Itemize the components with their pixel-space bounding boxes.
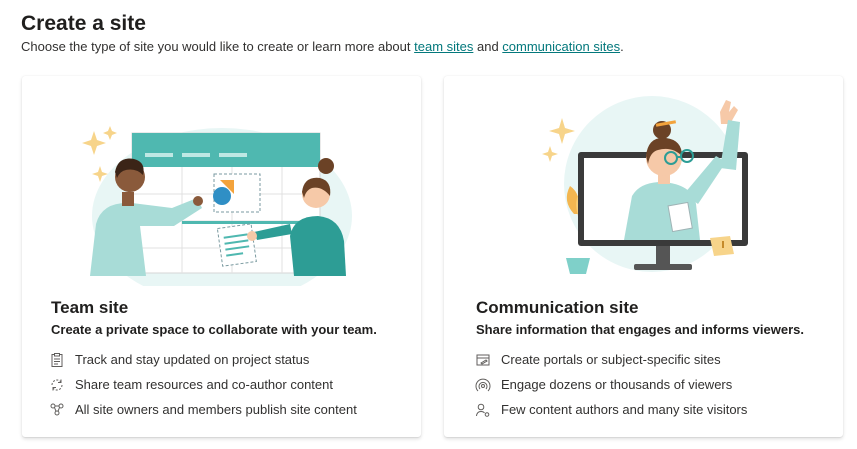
feature-text: Few content authors and many site visito… (501, 402, 748, 417)
broadcast-icon (475, 378, 491, 391)
subtitle-prefix: Choose the type of site you would like t… (21, 39, 415, 54)
communication-site-title: Communication site (476, 298, 639, 317)
team-site-features: Track and stay updated on project status… (49, 347, 357, 422)
edit-page-icon (476, 354, 490, 365)
team-site-title: Team site (51, 298, 129, 317)
feature-item: Engage dozens or thousands of viewers (475, 372, 747, 397)
communication-site-features: Create portals or subject-specific sites… (475, 347, 747, 422)
communication-site-illustration (542, 96, 748, 274)
team-site-description: Create a private space to collaborate wi… (51, 322, 377, 337)
team-site-card[interactable]: Team site Create a private space to coll… (22, 76, 421, 437)
feature-item: Track and stay updated on project status (49, 347, 357, 372)
subtitle-and: and (473, 39, 503, 54)
page-title: Create a site (21, 12, 146, 35)
feature-item: Share team resources and co-author conte… (49, 372, 357, 397)
feature-text: All site owners and members publish site… (75, 402, 357, 417)
subtitle-suffix: . (620, 39, 624, 54)
sync-icon (51, 379, 63, 390)
feature-item: Create portals or subject-specific sites (475, 347, 747, 372)
feature-item: Few content authors and many site visito… (475, 397, 747, 422)
feature-item: All site owners and members publish site… (49, 397, 357, 422)
team-sites-link[interactable]: team sites (414, 39, 473, 54)
team-site-illustration (82, 126, 352, 286)
clipboard-icon (51, 352, 63, 367)
page-subtitle: Choose the type of site you would like t… (21, 39, 624, 54)
person-settings-icon (476, 403, 490, 417)
feature-text: Create portals or subject-specific sites (501, 352, 721, 367)
feature-text: Track and stay updated on project status (75, 352, 310, 367)
feature-text: Share team resources and co-author conte… (75, 377, 333, 392)
people-network-icon (50, 403, 64, 415)
communication-site-description: Share information that engages and infor… (476, 322, 804, 337)
communication-sites-link[interactable]: communication sites (502, 39, 620, 54)
feature-text: Engage dozens or thousands of viewers (501, 377, 733, 392)
communication-site-card[interactable]: Communication site Share information tha… (444, 76, 843, 437)
